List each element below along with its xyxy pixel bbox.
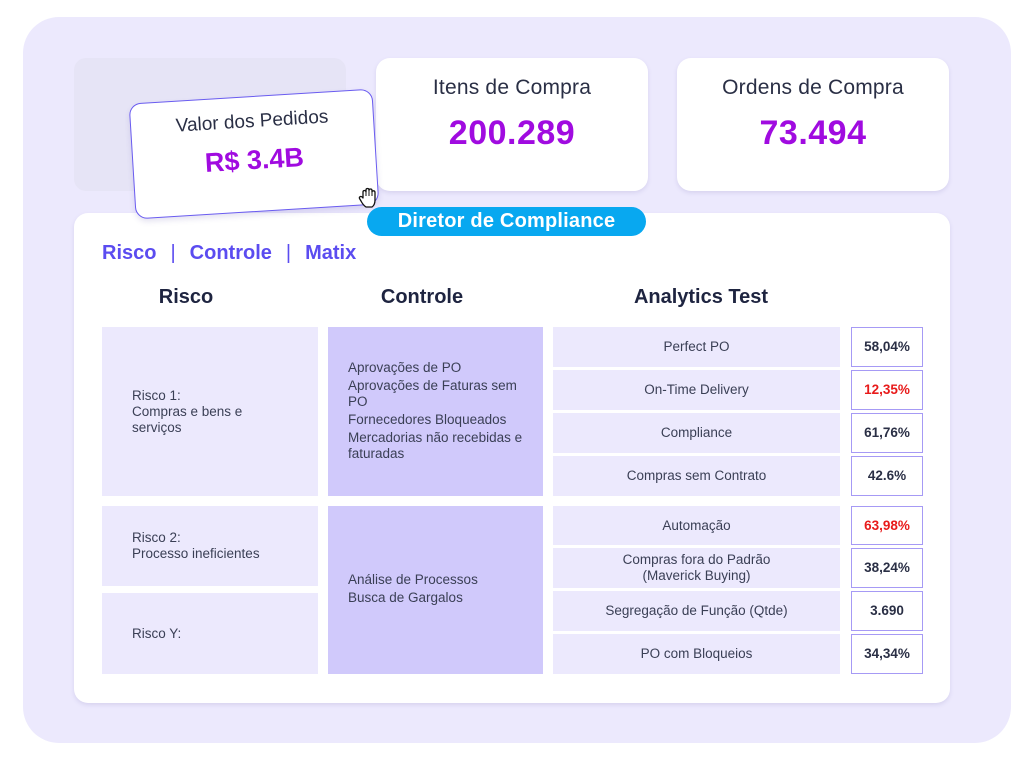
test-name: Segregação de Função (Qtde) [605,603,788,618]
risk-desc: serviços [132,419,182,435]
kpi-label: Valor dos Pedidos [175,106,329,137]
nav-tab-matix[interactable]: Matix [305,242,356,265]
test-name: Perfect PO [663,339,730,354]
test-value-cell: 34,34% [851,634,923,674]
test-value-cell: 38,24% [851,548,923,588]
column-header-risk: Risco [158,286,214,308]
test-name-cell[interactable]: PO com Bloqueios [553,634,840,674]
test-name-cell[interactable]: Segregação de Função (Qtde) [553,591,840,631]
control-item: Aprovações de PO [348,359,462,375]
test-value-cell: 42.6% [851,456,923,496]
kpi-value: R$ 3.4B [204,141,305,178]
test-name-cell[interactable]: Compliance [553,413,840,453]
kpi-label: Ordens de Compra [722,76,904,99]
test-name: PO com Bloqueios [640,646,753,661]
matrix-nav: Risco | Controle | Matix [102,242,356,265]
role-badge: Diretor de Compliance [367,207,646,236]
test-name-cell[interactable]: Compras fora do Padrão (Maverick Buying) [553,548,840,588]
column-header-control: Controle [380,286,464,308]
test-name-cell[interactable]: On-Time Delivery [553,370,840,410]
test-value-cell-alert: 63,98% [851,506,923,545]
column-header-analytics: Analytics Test [633,286,769,308]
test-name: Compras fora do Padrão [622,552,771,567]
kpi-card-purchase-orders[interactable]: Ordens de Compra 73.494 [677,58,949,191]
risk-cell[interactable]: Risco 1: Compras e bens e serviços [102,327,318,496]
test-name: (Maverick Buying) [642,568,751,583]
nav-tab-controle[interactable]: Controle [190,242,272,265]
test-value-cell: 61,76% [851,413,923,453]
test-name-cell[interactable]: Compras sem Contrato [553,456,840,496]
test-name: Compras sem Contrato [626,468,767,483]
control-item: Busca de Gargalos [348,590,463,605]
risk-desc: Processo ineficientes [132,546,260,561]
control-item: Aprovações de Faturas sem PO [348,377,517,409]
nav-separator: | [285,242,292,264]
kpi-value: 200.289 [448,114,576,152]
risk-desc: Compras e bens e [132,403,243,419]
test-name: Compliance [660,425,733,440]
risk-cell[interactable]: Risco 2: Processo ineficientes [102,506,318,586]
risk-title: Risco 2: [132,530,181,545]
risk-title: Risco 1: [132,387,181,403]
kpi-label: Itens de Compra [432,76,592,99]
test-name: On-Time Delivery [644,382,749,397]
test-value-cell-alert: 12,35% [851,370,923,410]
kpi-card-purchase-items[interactable]: Itens de Compra 200.289 [376,58,648,191]
nav-tab-risco[interactable]: Risco [102,242,156,265]
test-name: Automação [662,517,731,533]
test-value-cell: 58,04% [851,327,923,367]
risk-title: Risco Y: [132,625,182,641]
test-name-cell[interactable]: Perfect PO [553,327,840,367]
control-cell[interactable]: Análise de Processos Busca de Gargalos [328,506,543,674]
control-item: Fornecedores Bloqueados [348,411,507,427]
control-item: Mercadorias não recebidas e faturadas [348,429,523,461]
control-item: Análise de Processos [348,572,478,587]
nav-separator: | [170,242,176,264]
control-cell[interactable]: Aprovações de PO Aprovações de Faturas s… [328,327,543,496]
test-value-cell: 3.690 [851,591,923,631]
kpi-value: 73.494 [759,114,867,152]
test-name-cell[interactable]: Automação [553,506,840,545]
kpi-card-order-value[interactable]: Valor dos Pedidos R$ 3.4B [128,88,380,220]
risk-cell[interactable]: Risco Y: [102,593,318,674]
